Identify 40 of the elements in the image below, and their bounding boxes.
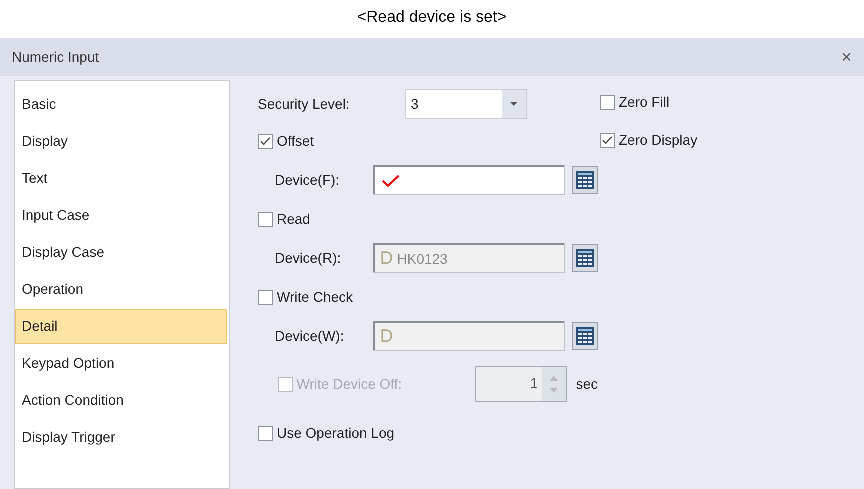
unit-label: sec <box>576 376 598 392</box>
device-label: Device(F): <box>275 172 341 188</box>
category-item[interactable]: Operation <box>15 272 227 307</box>
checkbox-label: Offset <box>277 133 314 149</box>
category-item[interactable]: Display <box>15 124 227 159</box>
window-title: Numeric Input <box>12 49 100 65</box>
checkbox-label: Write Device Off: <box>296 376 404 392</box>
device-browse-button[interactable] <box>572 166 598 194</box>
checkbox[interactable] <box>258 134 273 148</box>
down-arrow-icon <box>550 388 558 392</box>
category-item[interactable]: Basic <box>15 87 227 122</box>
checkbox-label: Zero Fill <box>619 94 670 110</box>
checkbox[interactable] <box>600 132 615 148</box>
close-button[interactable]: × <box>837 46 856 68</box>
category-item[interactable]: Display Case <box>15 235 227 270</box>
category-item[interactable]: Display Trigger <box>15 420 227 455</box>
device-label: Device(W): <box>275 328 346 344</box>
checkbox[interactable] <box>600 94 615 110</box>
category-item[interactable]: Keypad Option <box>15 346 227 381</box>
device-field[interactable] <box>373 165 565 195</box>
checkbox[interactable] <box>258 426 273 440</box>
checkbox-label: Write Check <box>277 289 353 305</box>
category-item[interactable]: Text <box>15 161 227 196</box>
checkbox-label: Read <box>277 211 310 227</box>
category-item[interactable]: Action Condition <box>15 383 227 418</box>
table-icon <box>574 170 595 190</box>
table-icon <box>574 248 595 268</box>
security-level-dropdown[interactable]: 3 <box>405 89 527 119</box>
checkbox-label: Use Operation Log <box>277 425 395 441</box>
table-icon <box>574 326 595 346</box>
category-item[interactable]: Input Case <box>15 198 227 233</box>
category-item[interactable]: Detail <box>15 309 227 344</box>
up-arrow-icon <box>550 376 558 380</box>
checkbox[interactable] <box>258 290 273 304</box>
device-label: Device(R): <box>275 250 342 266</box>
checkbox-label: Zero Display <box>619 132 698 148</box>
figure-caption: <Read device is set> <box>356 8 508 28</box>
security-level-label: Security Level: <box>258 96 351 112</box>
dropdown-arrow-icon <box>510 102 518 106</box>
checkbox[interactable] <box>258 212 273 226</box>
